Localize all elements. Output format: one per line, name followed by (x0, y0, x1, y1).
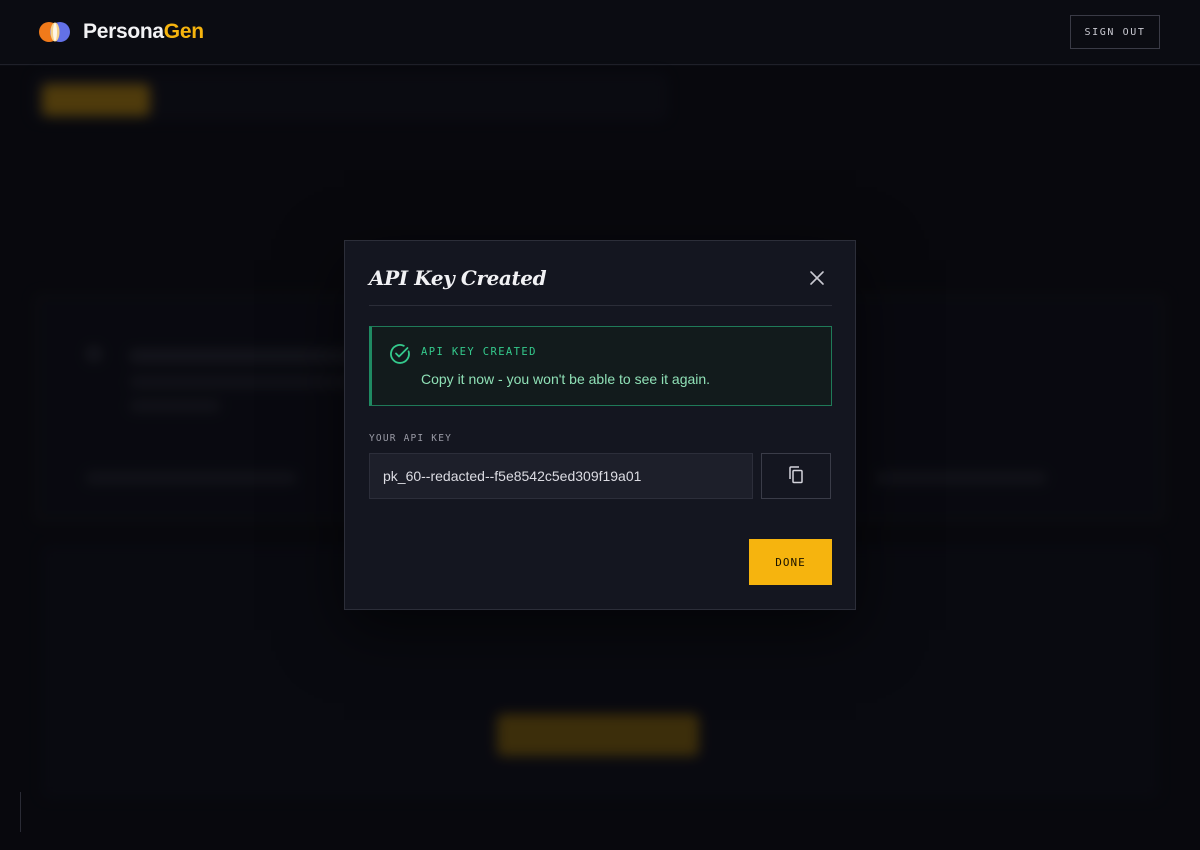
logo-icon (38, 20, 72, 44)
success-alert: API KEY CREATED Copy it now - you won't … (369, 326, 832, 406)
copy-button[interactable] (761, 453, 831, 499)
alert-message: Copy it now - you won't be able to see i… (421, 371, 711, 387)
top-bar: PersonaGen SIGN OUT (0, 0, 1200, 65)
close-icon (809, 270, 825, 289)
sign-out-button[interactable]: SIGN OUT (1070, 15, 1160, 49)
app-name-part2: Gen (163, 20, 204, 43)
close-button[interactable] (805, 267, 829, 291)
app-name: PersonaGen (83, 20, 204, 44)
done-button[interactable]: DONE (749, 539, 832, 585)
side-divider (20, 792, 21, 832)
alert-heading: API KEY CREATED (421, 346, 537, 358)
copy-icon (787, 465, 805, 488)
api-key-label: YOUR API KEY (369, 433, 453, 444)
dialog-divider (369, 305, 832, 306)
dialog-title: API Key Created (369, 266, 547, 290)
app-logo[interactable]: PersonaGen (38, 20, 204, 44)
api-key-field[interactable] (369, 453, 753, 499)
app-name-part1: Persona (83, 20, 164, 43)
check-circle-icon (389, 343, 411, 365)
api-key-created-dialog: API Key Created API KEY CREATED Copy it … (344, 240, 856, 610)
